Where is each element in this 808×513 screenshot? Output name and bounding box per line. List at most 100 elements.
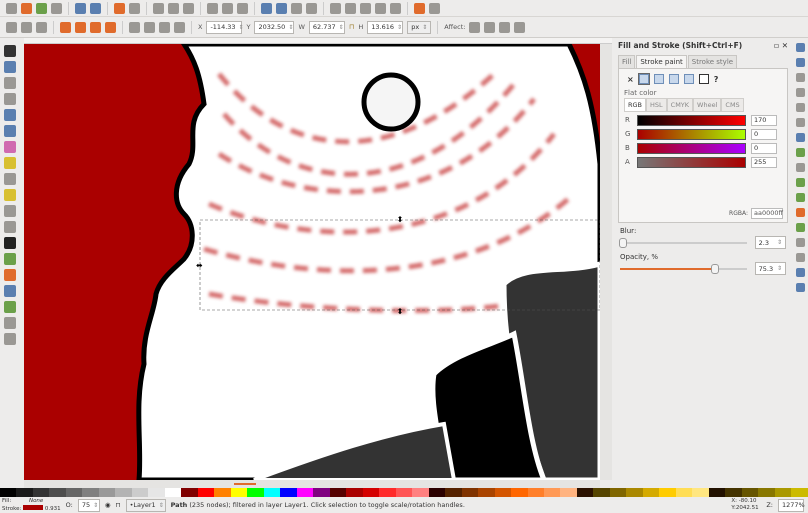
palette-swatch[interactable] xyxy=(65,488,83,497)
blur-slider-knob[interactable] xyxy=(618,237,627,248)
group-icon[interactable] xyxy=(306,2,317,14)
snap-page-icon[interactable] xyxy=(796,253,805,262)
open-icon[interactable] xyxy=(21,2,32,14)
palette-swatch[interactable] xyxy=(0,488,17,497)
snap-bbox-edge-icon[interactable] xyxy=(796,73,805,82)
gradient-tool-icon[interactable] xyxy=(4,301,16,313)
opacity-input[interactable]: 75.3 xyxy=(754,262,786,275)
palette-swatch[interactable] xyxy=(82,488,99,497)
panel-close-icon[interactable]: ▫ ✕ xyxy=(774,41,788,50)
scale-stroke-icon[interactable] xyxy=(469,21,481,33)
fill-stroke-icon[interactable] xyxy=(330,2,341,14)
import-icon[interactable] xyxy=(75,2,86,14)
text-icon[interactable] xyxy=(345,2,356,14)
rotate-cw-icon[interactable] xyxy=(75,21,86,33)
selector-tool-icon[interactable] xyxy=(4,45,16,57)
pen-tool-icon[interactable] xyxy=(4,205,16,217)
deselect-icon[interactable] xyxy=(36,21,47,33)
palette-swatch[interactable] xyxy=(445,488,462,497)
snap-bbox-center-icon[interactable] xyxy=(796,118,805,127)
raise-top-icon[interactable] xyxy=(174,21,185,33)
tweak-tool-icon[interactable] xyxy=(4,77,16,89)
palette-swatch[interactable] xyxy=(791,488,808,497)
undo-icon[interactable] xyxy=(114,2,125,14)
tab-stroke-style[interactable]: Stroke style xyxy=(687,55,738,68)
x-input[interactable]: -114.33 xyxy=(206,20,243,34)
snap-intersections-icon[interactable] xyxy=(796,163,805,172)
align-icon[interactable] xyxy=(390,2,401,14)
palette-swatch[interactable] xyxy=(230,488,248,497)
snap-bbox-icon[interactable] xyxy=(796,58,805,67)
lower-icon[interactable] xyxy=(144,21,155,33)
palette-swatch[interactable] xyxy=(379,488,396,497)
tab-wheel[interactable]: Wheel xyxy=(693,98,722,112)
drawing-canvas[interactable]: ⬍ ⬍ ⬌ xyxy=(24,44,600,480)
b-slider[interactable] xyxy=(637,142,746,154)
snap-grid-icon[interactable] xyxy=(796,268,805,277)
y-input[interactable]: 2032.50 xyxy=(254,20,295,34)
scale-corners-icon[interactable] xyxy=(484,21,496,33)
ellipse-tool-icon[interactable] xyxy=(4,141,16,153)
palette-swatch[interactable] xyxy=(313,488,330,497)
linear-gradient-button[interactable] xyxy=(653,74,664,84)
palette-swatch[interactable] xyxy=(494,488,512,497)
palette-swatch[interactable] xyxy=(98,488,116,497)
snap-midpoints-icon[interactable] xyxy=(796,208,805,217)
palette-swatch[interactable] xyxy=(758,488,775,497)
raise-icon[interactable] xyxy=(159,21,170,33)
palette-swatch[interactable] xyxy=(115,488,132,497)
no-paint-button[interactable]: × xyxy=(627,75,634,84)
palette-swatch[interactable] xyxy=(395,488,413,497)
palette-swatch[interactable] xyxy=(527,488,544,497)
rect-tool-icon[interactable] xyxy=(4,109,16,121)
dropper-tool-icon[interactable] xyxy=(4,317,16,329)
w-input[interactable]: 62.737 xyxy=(308,20,345,34)
star-tool-icon[interactable] xyxy=(4,157,16,169)
calligraphy-tool-icon[interactable] xyxy=(4,221,16,233)
bucket-tool-icon[interactable] xyxy=(4,285,16,297)
zoom-page-icon[interactable] xyxy=(237,2,248,14)
print-icon[interactable] xyxy=(51,2,62,14)
flip-vertical-icon[interactable] xyxy=(105,21,116,33)
unlink-clone-icon[interactable] xyxy=(291,2,302,14)
palette-swatch[interactable] xyxy=(32,488,50,497)
palette-swatch[interactable] xyxy=(511,488,528,497)
palette-swatch[interactable] xyxy=(412,488,429,497)
snap-bbox-corner-icon[interactable] xyxy=(796,88,805,97)
flip-horizontal-icon[interactable] xyxy=(90,21,101,33)
radial-gradient-button[interactable] xyxy=(668,74,679,84)
palette-swatch[interactable] xyxy=(659,488,676,497)
zoom-input[interactable]: 1277% xyxy=(778,498,805,512)
lower-bottom-icon[interactable] xyxy=(129,21,140,33)
tab-rgb[interactable]: RGB xyxy=(624,98,647,112)
a-slider[interactable] xyxy=(637,156,746,168)
layers-icon[interactable] xyxy=(360,2,371,14)
stroke-swatch[interactable] xyxy=(23,504,44,510)
xml-editor-icon[interactable] xyxy=(375,2,386,14)
g-input[interactable]: 0 xyxy=(751,128,777,140)
scale-handle-left[interactable]: ⬌ xyxy=(196,261,203,270)
opacity-slider-knob[interactable] xyxy=(711,263,720,274)
palette-swatch[interactable] xyxy=(214,488,231,497)
snap-nodes-icon[interactable] xyxy=(796,133,805,142)
save-icon[interactable] xyxy=(36,2,47,14)
palette-swatch[interactable] xyxy=(626,488,643,497)
pattern-button[interactable] xyxy=(683,74,694,84)
export-icon[interactable] xyxy=(90,2,101,14)
paste-icon[interactable] xyxy=(183,2,194,14)
redo-icon[interactable] xyxy=(129,2,140,14)
palette-swatch[interactable] xyxy=(774,488,792,497)
snap-bbox-midpoint-icon[interactable] xyxy=(796,103,805,112)
palette-swatch[interactable] xyxy=(148,488,165,497)
snap-rotation-center-icon[interactable] xyxy=(796,238,805,247)
scale-handle-bottom[interactable]: ⬍ xyxy=(397,307,404,316)
blur-slider[interactable] xyxy=(618,237,747,248)
connector-tool-icon[interactable] xyxy=(4,333,16,345)
palette-swatch[interactable] xyxy=(461,488,479,497)
tab-cmyk[interactable]: CMYK xyxy=(666,98,694,112)
zoom-tool-icon[interactable] xyxy=(4,93,16,105)
copy-icon[interactable] xyxy=(153,2,164,14)
palette-swatch[interactable] xyxy=(478,488,495,497)
palette-swatch[interactable] xyxy=(49,488,66,497)
palette-swatch[interactable] xyxy=(131,488,149,497)
